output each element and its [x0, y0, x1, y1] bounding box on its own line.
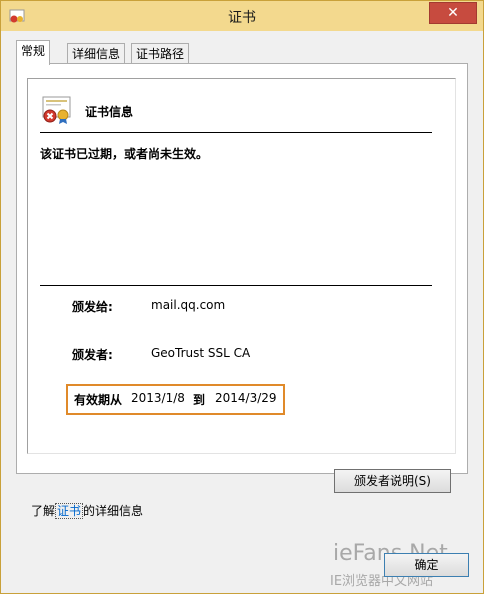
issued-to-value: mail.qq.com	[151, 298, 226, 312]
tab-certification-path[interactable]: 证书路径	[131, 43, 190, 64]
valid-from-value: 2013/1/8	[131, 391, 185, 405]
close-button[interactable]: ✕	[429, 2, 477, 24]
learn-more-text: 了解 证书 的详细信息	[31, 502, 143, 519]
heading-divider	[40, 132, 432, 133]
title-bar: 证书 ✕	[1, 1, 483, 31]
dialog-body: 常规 详细信息 证书路径 证书信息 该证书已过期，或者尚未生效。 颁发给: ma…	[8, 32, 476, 589]
status-message: 该证书已过期，或者尚未生效。	[40, 147, 209, 161]
issuer-statement-button[interactable]: 颁发者说明(S)	[334, 469, 451, 493]
certificate-dialog: 证书 ✕ 常规 详细信息 证书路径 证书信息 该证书已过期，或者尚未生效。 颁发…	[0, 0, 484, 594]
certificate-error-icon	[42, 96, 71, 124]
valid-from-label: 有效期从	[74, 393, 123, 407]
details-divider	[40, 285, 432, 286]
close-icon: ✕	[447, 5, 459, 21]
valid-to-value: 2014/3/29	[215, 391, 277, 405]
info-heading: 证书信息	[85, 105, 134, 119]
window-title: 证书	[228, 10, 256, 26]
issued-by-label: 颁发者:	[72, 348, 113, 362]
issued-by-value: GeoTrust SSL CA	[151, 346, 251, 360]
tab-general[interactable]: 常规	[16, 40, 51, 65]
tab-panel-general: 证书信息 该证书已过期，或者尚未生效。 颁发给: mail.qq.com 颁发者…	[16, 63, 468, 493]
valid-to-label: 到	[193, 393, 206, 407]
issued-to-label: 颁发给:	[72, 300, 113, 314]
ok-button[interactable]: 确定	[384, 553, 469, 577]
learn-prefix: 了解	[31, 504, 56, 518]
tab-details[interactable]: 详细信息	[67, 43, 126, 64]
certificate-info-box: 证书信息 该证书已过期，或者尚未生效。 颁发给: mail.qq.com 颁发者…	[27, 78, 456, 454]
learn-suffix: 的详细信息	[83, 504, 144, 518]
certificate-help-link[interactable]: 证书	[55, 503, 84, 519]
